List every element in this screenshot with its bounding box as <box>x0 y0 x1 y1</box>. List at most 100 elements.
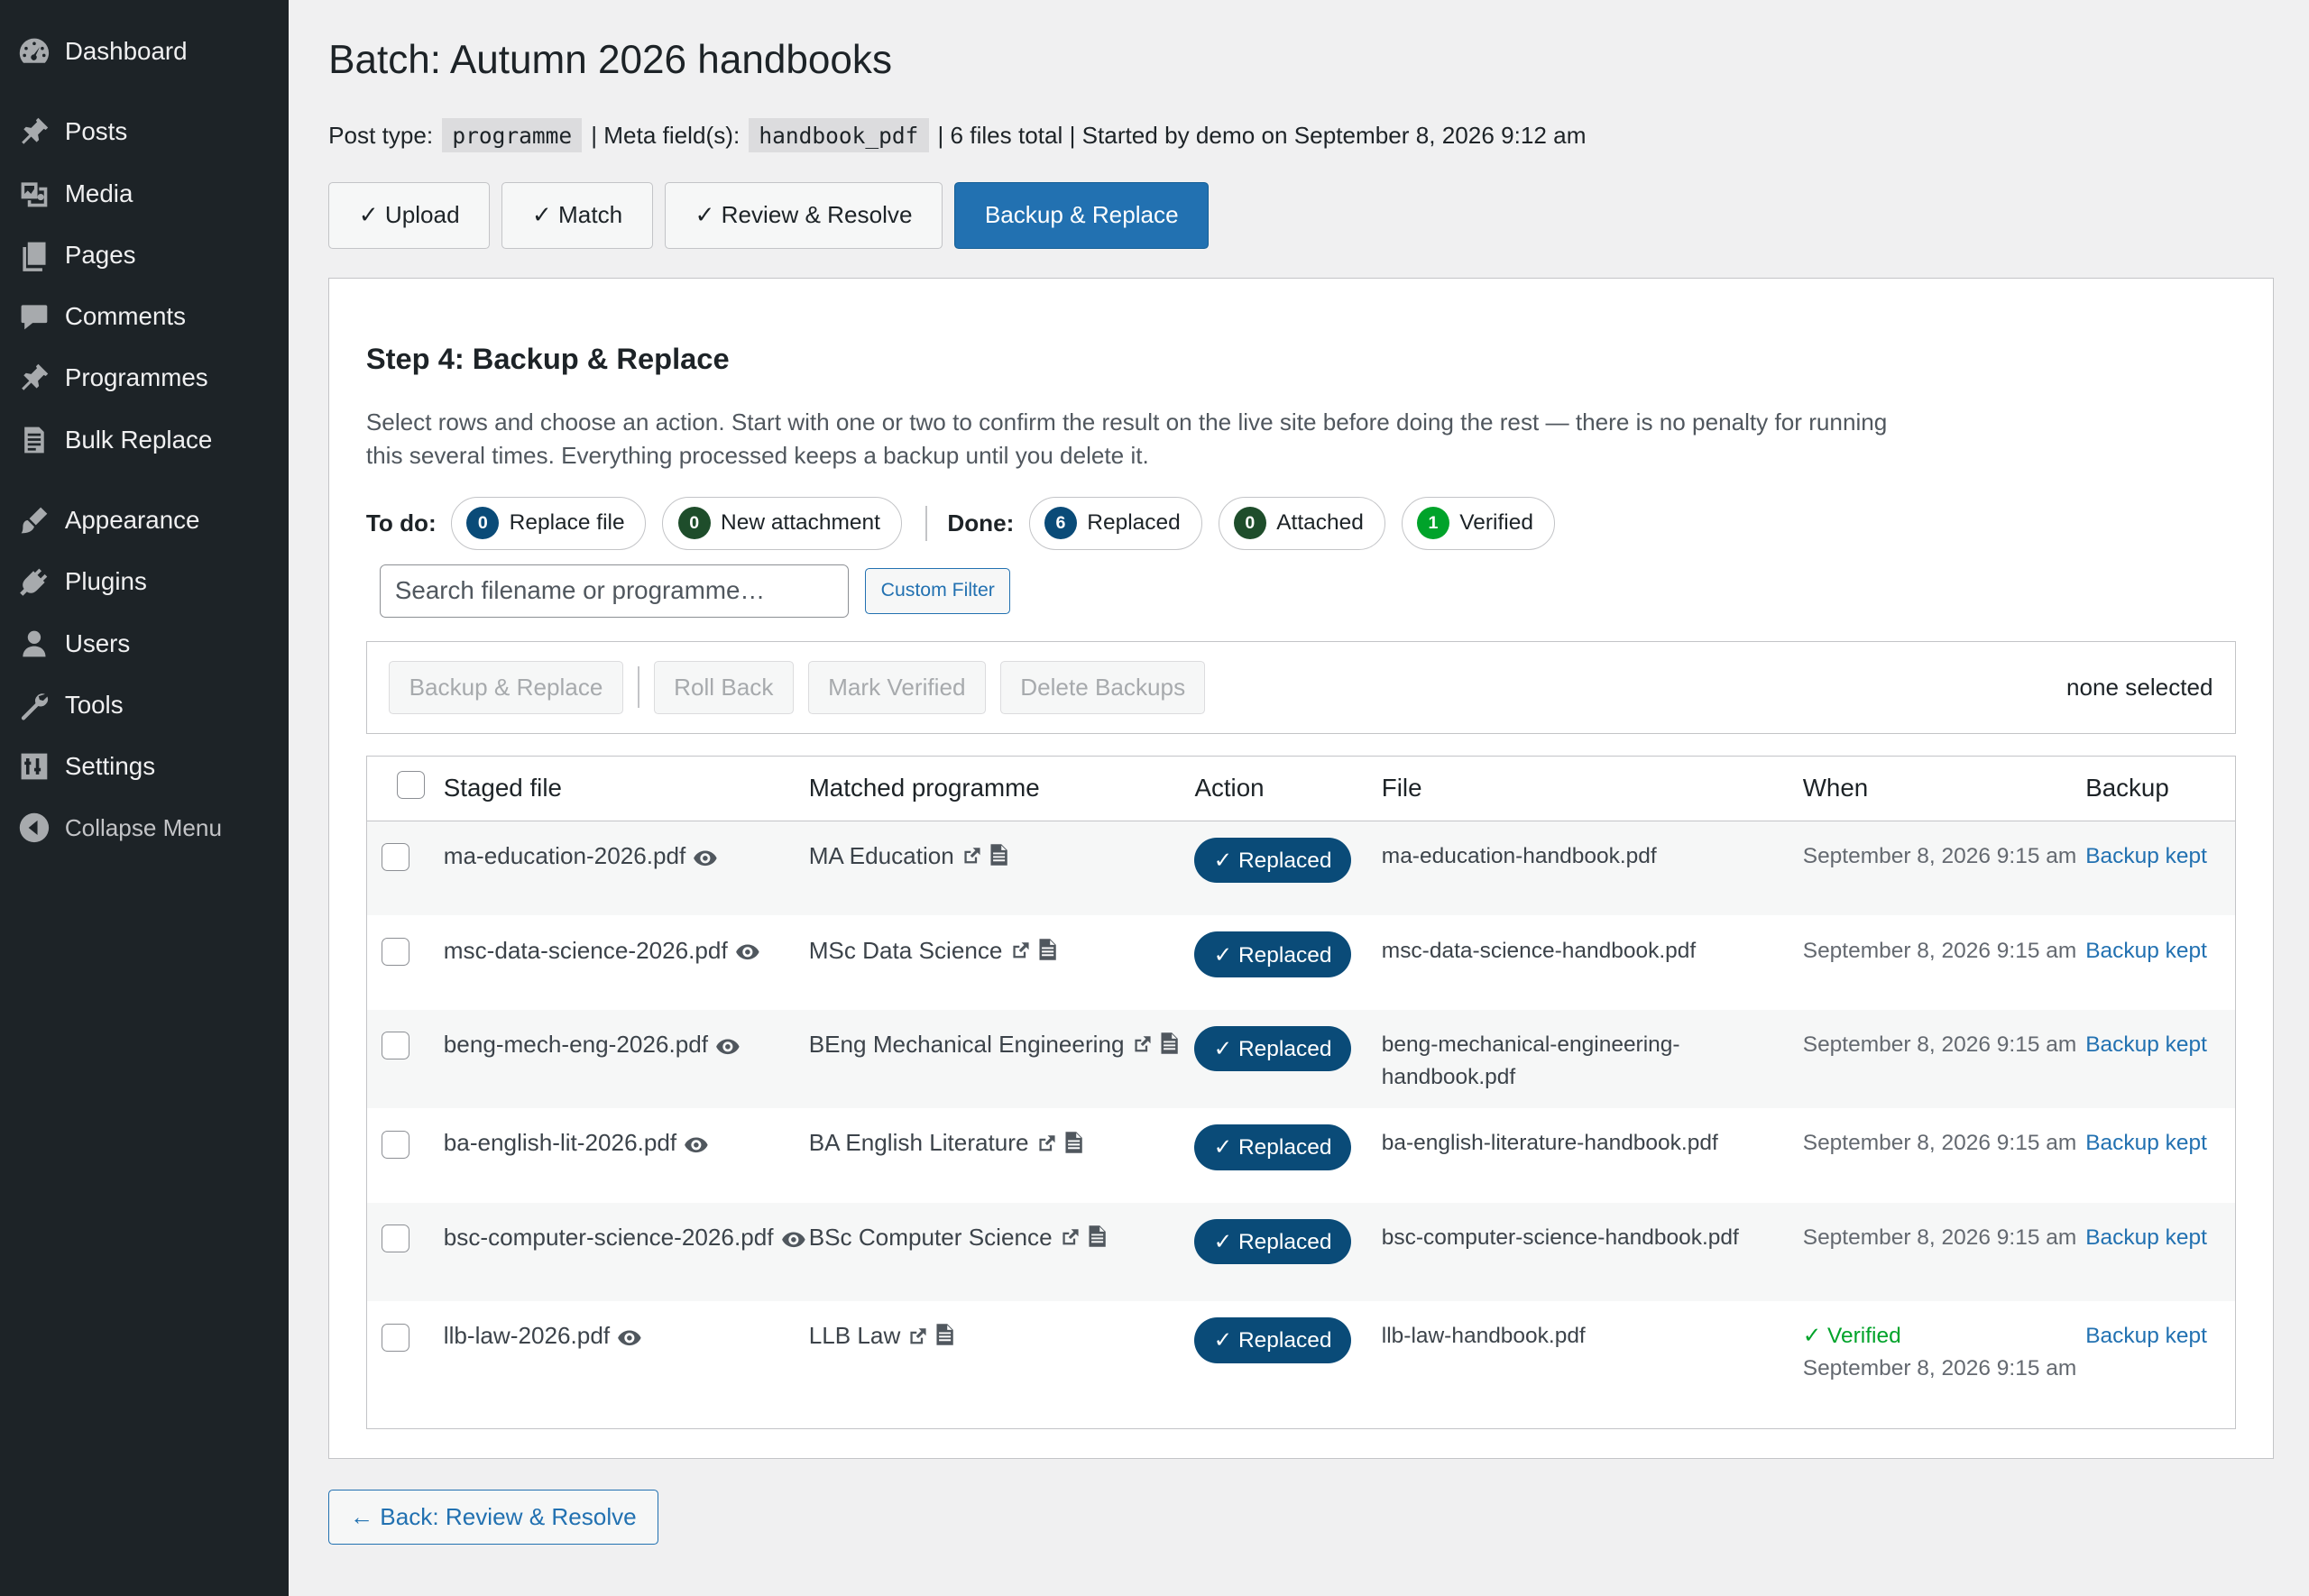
bulk-delete-backups-button[interactable]: Delete Backups <box>1000 660 1206 714</box>
external-link-icon[interactable] <box>1132 1032 1153 1064</box>
sidebar-item-bulk-replace[interactable]: Bulk Replace <box>0 408 289 470</box>
meta-field-value: handbook_pdf <box>748 117 929 153</box>
backup-link[interactable]: Backup kept <box>2085 939 2207 963</box>
row-checkbox[interactable] <box>382 1323 410 1352</box>
count-badge: 0 <box>677 507 711 540</box>
row-checkbox[interactable] <box>382 843 410 872</box>
row-checkbox[interactable] <box>382 1225 410 1253</box>
staged-filename: beng-mech-eng-2026.pdf <box>443 1031 708 1059</box>
sidebar-item-pages[interactable]: Pages <box>0 225 289 286</box>
todo-label: To do: <box>365 509 437 537</box>
backup-link[interactable]: Backup kept <box>2085 1032 2207 1057</box>
eye-icon[interactable] <box>715 1032 741 1064</box>
sidebar-item-settings[interactable]: Settings <box>0 736 289 797</box>
target-filename: beng-mechanical-engineering-handbook.pdf <box>1381 1032 1680 1089</box>
sidebar-item-plugins[interactable]: Plugins <box>0 551 289 612</box>
divider <box>925 505 927 541</box>
step-upload-button[interactable]: ✓ Upload <box>328 182 491 249</box>
document-icon[interactable] <box>1064 1131 1083 1163</box>
search-input[interactable] <box>379 564 850 618</box>
column-header-staged: Staged file <box>443 774 562 803</box>
step-backup-replace-button[interactable]: Backup & Replace <box>954 182 1210 249</box>
document-icon[interactable] <box>1038 938 1057 970</box>
sidebar-item-programmes[interactable]: Programmes <box>0 347 289 408</box>
external-link-icon[interactable] <box>1010 938 1031 970</box>
row-checkbox[interactable] <box>382 1032 410 1060</box>
sidebar-item-appearance[interactable]: Appearance <box>0 490 289 551</box>
document-icon[interactable] <box>989 843 1008 876</box>
backup-link[interactable]: Backup kept <box>2085 844 2207 868</box>
bulk-roll-back-button[interactable]: Roll Back <box>653 660 794 714</box>
row-checkbox[interactable] <box>382 937 410 966</box>
page-title: Batch: Autumn 2026 handbooks <box>328 37 892 82</box>
plug-icon <box>16 564 51 600</box>
pin-icon <box>16 115 51 150</box>
sidebar-item-comments[interactable]: Comments <box>0 286 289 347</box>
external-link-icon[interactable] <box>907 1324 928 1356</box>
select-all-checkbox[interactable] <box>396 771 425 800</box>
sidebar-item-tools[interactable]: Tools <box>0 674 289 736</box>
eye-icon[interactable] <box>781 1225 806 1257</box>
step-review-resolve-button[interactable]: ✓ Review & Resolve <box>664 182 943 249</box>
staged-filename: llb-law-2026.pdf <box>443 1322 611 1350</box>
table-row: llb-law-2026.pdf LLB Law ✓ Replaced llb-law… <box>367 1301 2235 1427</box>
column-header-programme: Matched programme <box>808 774 1040 803</box>
document-icon[interactable] <box>1088 1225 1107 1257</box>
sidebar-item-users[interactable]: Users <box>0 612 289 674</box>
post-type-value: programme <box>441 117 583 153</box>
external-link-icon[interactable] <box>961 843 982 876</box>
step-match-button[interactable]: ✓ Match <box>501 182 653 249</box>
count-badge: 1 <box>1416 507 1449 540</box>
action-status-badge: ✓ Replaced <box>1194 1317 1351 1363</box>
pages-icon <box>16 237 51 272</box>
count-replaced[interactable]: 6 Replaced <box>1028 496 1202 550</box>
meta-field-label: | Meta field(s): <box>591 121 741 149</box>
bulk-backup-replace-button[interactable]: Backup & Replace <box>389 660 623 714</box>
count-label: Replace file <box>509 510 625 536</box>
eye-icon[interactable] <box>693 843 718 876</box>
backup-link[interactable]: Backup kept <box>2085 1131 2207 1155</box>
sidebar-item-media[interactable]: Media <box>0 163 289 225</box>
count-replace-file[interactable]: 0 Replace file <box>451 496 647 550</box>
target-filename: ba-english-literature-handbook.pdf <box>1381 1131 1718 1156</box>
count-badge: 0 <box>1233 507 1266 540</box>
external-link-icon[interactable] <box>1036 1131 1057 1163</box>
sidebar-item-dashboard[interactable]: Dashboard <box>0 21 289 82</box>
custom-filter-button[interactable]: Custom Filter <box>865 567 1011 614</box>
back-review-resolve-button[interactable]: ← Back: Review & Resolve <box>328 1490 658 1545</box>
eye-icon[interactable] <box>617 1324 642 1356</box>
eye-icon[interactable] <box>735 938 760 970</box>
external-link-icon[interactable] <box>1060 1225 1081 1257</box>
programme-name: BSc Computer Science <box>808 1223 1053 1251</box>
action-status-badge: ✓ Replaced <box>1194 1218 1351 1265</box>
sidebar-item-label: Comments <box>64 302 186 331</box>
brush-icon <box>16 502 51 537</box>
document-icon[interactable] <box>1160 1032 1179 1064</box>
staged-filename: ba-english-lit-2026.pdf <box>443 1129 677 1157</box>
sidebar-item-label: Tools <box>64 690 124 719</box>
count-verified[interactable]: 1 Verified <box>1401 496 1555 550</box>
row-checkbox[interactable] <box>382 1130 410 1159</box>
sidebar-item-label: Media <box>64 179 133 207</box>
sidebar-item-posts[interactable]: Posts <box>0 101 289 162</box>
status-counts: To do: 0 Replace file 0 New attachment D… <box>365 496 2236 550</box>
selection-status: none selected <box>2065 673 2213 701</box>
collapse-menu-button[interactable]: Collapse Menu <box>0 797 289 858</box>
dashboard-icon <box>16 33 51 69</box>
count-badge: 0 <box>466 507 500 540</box>
backup-link[interactable]: Backup kept <box>2085 1324 2207 1348</box>
count-label: Verified <box>1459 510 1533 536</box>
eye-icon[interactable] <box>684 1131 709 1163</box>
staged-filename: bsc-computer-science-2026.pdf <box>443 1223 774 1251</box>
count-new-attachment[interactable]: 0 New attachment <box>662 496 902 550</box>
sidebar-item-label: Posts <box>64 117 128 146</box>
count-label: Replaced <box>1087 510 1181 536</box>
document-icon[interactable] <box>935 1323 954 1355</box>
staged-filename: msc-data-science-2026.pdf <box>443 936 728 964</box>
bulk-mark-verified-button[interactable]: Mark Verified <box>807 660 986 714</box>
backup-link[interactable]: Backup kept <box>2085 1225 2207 1250</box>
count-attached[interactable]: 0 Attached <box>1218 496 1385 550</box>
programme-name: BEng Mechanical Engineering <box>808 1031 1125 1059</box>
count-label: New attachment <box>721 510 880 536</box>
pin-icon <box>16 361 51 396</box>
